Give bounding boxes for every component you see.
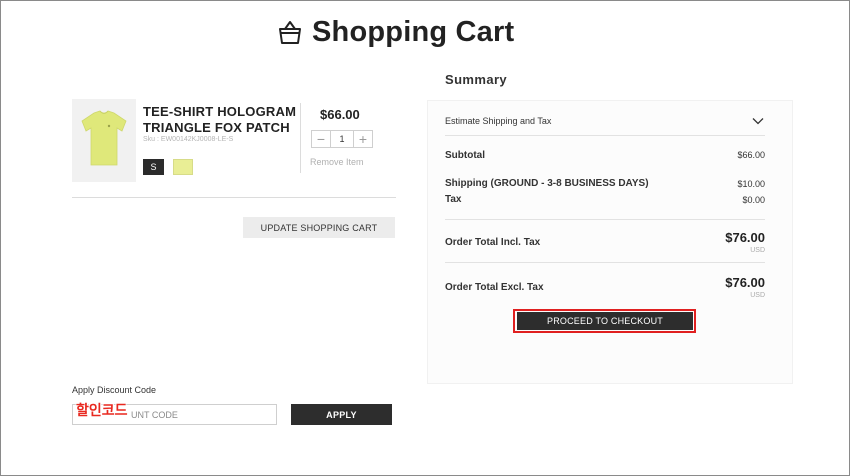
product-name[interactable]: TEE-SHIRT HOLOGRAM TRIANGLE FOX PATCH <box>143 104 303 136</box>
quantity-stepper: − 1 + <box>311 130 373 148</box>
estimate-shipping-toggle[interactable]: Estimate Shipping and Tax <box>445 116 551 126</box>
shipping-value: $10.00 <box>737 179 765 189</box>
divider <box>445 135 765 136</box>
product-name-line2: TRIANGLE FOX PATCH <box>143 120 290 135</box>
discount-label: Apply Discount Code <box>72 385 157 395</box>
tax-value: $0.00 <box>742 195 765 205</box>
subtotal-label: Subtotal <box>445 150 485 161</box>
shipping-label: Shipping (GROUND - 3-8 BUSINESS DAYS) <box>445 178 649 189</box>
summary-title: Summary <box>445 72 508 87</box>
color-swatch[interactable] <box>173 159 193 175</box>
order-total-excl-value: $76.00 <box>725 275 765 290</box>
order-total-incl-value: $76.00 <box>725 230 765 245</box>
divider <box>72 197 396 198</box>
divider <box>300 103 301 173</box>
page-header: Shopping Cart <box>278 14 514 50</box>
proceed-to-checkout-button[interactable]: PROCEED TO CHECKOUT <box>517 312 693 330</box>
chevron-down-icon[interactable] <box>752 116 764 126</box>
increase-quantity-button[interactable]: + <box>354 131 372 147</box>
discount-placeholder: UNT CODE <box>131 409 178 420</box>
update-cart-button[interactable]: UPDATE SHOPPING CART <box>243 217 395 238</box>
divider <box>445 262 765 263</box>
apply-discount-button[interactable]: APPLY <box>291 404 392 425</box>
remove-item-link[interactable]: Remove Item <box>310 157 364 167</box>
product-image[interactable] <box>72 99 136 182</box>
tax-label: Tax <box>445 194 462 205</box>
shopping-bag-icon <box>279 21 301 44</box>
annotation-overlay: 할인코드 <box>76 402 128 418</box>
page-title: Shopping Cart <box>312 15 515 48</box>
order-total-incl-currency: USD <box>750 247 765 254</box>
order-total-incl-label: Order Total Incl. Tax <box>445 237 541 248</box>
product-sku: Sku : EW00142KJ0008-LE-S <box>143 136 234 143</box>
decrease-quantity-button[interactable]: − <box>312 131 330 147</box>
product-name-line1: TEE-SHIRT HOLOGRAM <box>143 104 297 119</box>
order-total-excl-label: Order Total Excl. Tax <box>445 282 544 293</box>
product-price: $66.00 <box>320 107 360 122</box>
subtotal-value: $66.00 <box>737 150 765 160</box>
quantity-input[interactable]: 1 <box>330 131 354 147</box>
size-option[interactable]: S <box>143 159 164 175</box>
tshirt-image <box>81 110 127 166</box>
divider <box>445 219 765 220</box>
order-total-excl-currency: USD <box>750 292 765 299</box>
